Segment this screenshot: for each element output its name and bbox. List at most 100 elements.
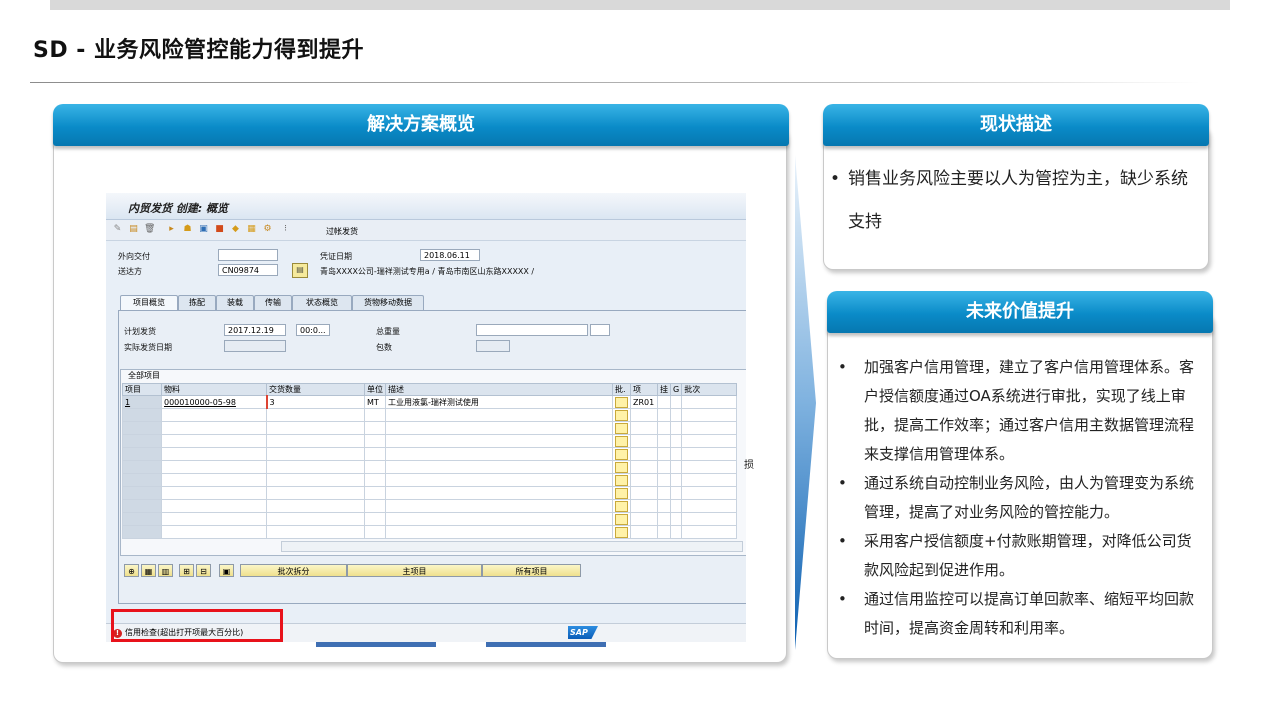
items-table: 项目 物料 交货数量 单位 描述 批. 项 挂 G 批次 1 000010000… (122, 383, 738, 539)
description-cell[interactable]: 工业用液氯-瑞祥测试使用 (385, 395, 613, 409)
change-icon[interactable]: ✎ (112, 224, 123, 235)
col-item-cat[interactable]: 项 (630, 383, 658, 396)
col-material[interactable]: 物料 (161, 383, 267, 396)
batch-flag-box[interactable] (615, 461, 628, 473)
header-icon[interactable]: ▸ (166, 224, 177, 235)
address-icon[interactable]: ▤ (292, 263, 308, 278)
packages-field[interactable] (476, 340, 510, 352)
batch-flag-box[interactable] (615, 435, 628, 447)
batch-flag-box[interactable] (615, 409, 628, 421)
item-cat-cell[interactable]: ZR01 (630, 395, 658, 409)
list-item: • 采用客户授信额度+付款账期管理，对降低公司货款风险起到促进作用。 (838, 527, 1204, 585)
delete-icon[interactable]: 🗑 (144, 224, 155, 235)
weight-unit-field[interactable] (590, 324, 610, 336)
batch-flag-box[interactable] (615, 487, 628, 499)
ship-to-field[interactable]: CN09874 (218, 264, 278, 276)
bullet-icon: • (838, 532, 847, 550)
settings-icon[interactable]: ⚙ (262, 224, 273, 235)
ship-to-label: 送达方 (118, 267, 142, 276)
top-bar (50, 0, 1230, 10)
sap-screenshot: 内贸发货 创建: 概览 ✎ ▤ 🗑 ▸ ☗ ▣ ■ ◆ ▦ ⚙ ⁝ 过帐发货 外… (106, 193, 746, 642)
col-description[interactable]: 描述 (385, 383, 613, 396)
unit-cell[interactable]: MT (364, 395, 386, 409)
delete-row-button[interactable]: ⊟ (196, 564, 211, 577)
select-all-button[interactable]: ▦ (141, 564, 156, 577)
batch-flag-box[interactable] (615, 448, 628, 460)
batch-flag-box[interactable] (615, 422, 628, 434)
overview-icon[interactable]: ■ (214, 224, 225, 235)
batch-flag-box[interactable] (615, 396, 628, 408)
list-item: • 通过信用监控可以提高订单回款率、缩短平均回款时间，提高资金周转和利用率。 (838, 585, 1204, 643)
display-icon[interactable]: ▤ (128, 224, 139, 235)
insert-row-button[interactable]: ⊞ (179, 564, 194, 577)
table-row[interactable] (122, 499, 738, 513)
future-header: 未来价值提升 (827, 291, 1213, 333)
tab-status-overview[interactable]: 状态概览 (292, 295, 352, 310)
col-batch[interactable]: 批次 (681, 383, 738, 396)
item-number[interactable]: 1 (125, 398, 130, 407)
main-item-button[interactable]: 主项目 (347, 564, 482, 577)
shipment-icon[interactable]: ▦ (246, 224, 257, 235)
transport-icon[interactable]: ▣ (198, 224, 209, 235)
batch-flag-box[interactable] (615, 500, 628, 512)
tab-loading[interactable]: 装载 (216, 295, 254, 310)
tab-transport[interactable]: 传输 (254, 295, 292, 310)
col-hl[interactable]: 挂 (657, 383, 671, 396)
doc-date-field[interactable]: 2018.06.11 (420, 249, 480, 261)
page-title: SD - 业务风险管控能力得到提升 (33, 38, 365, 63)
table-row[interactable] (122, 408, 738, 422)
highlight-box (111, 609, 283, 642)
planned-gi-label: 计划发货 (124, 327, 156, 336)
status-header: 现状描述 (823, 104, 1209, 146)
batch-split-button[interactable]: 批次拆分 (240, 564, 347, 577)
batch-flag-box[interactable] (615, 474, 628, 486)
col-batch-flag[interactable]: 批. (612, 383, 631, 396)
actual-gi-label: 实际发货日期 (124, 343, 172, 352)
bullet-icon: • (838, 474, 847, 492)
material-number[interactable]: 000010000-05-98 (164, 398, 236, 407)
col-g[interactable]: G (669, 383, 683, 396)
batch-icon-button[interactable]: ▣ (219, 564, 234, 577)
doc-date-label: 凭证日期 (320, 252, 352, 261)
tab-picking[interactable]: 拣配 (178, 295, 216, 310)
planned-gi-date-field[interactable]: 2017.12.19 (224, 324, 286, 336)
packages-label: 包数 (376, 343, 392, 352)
table-row[interactable] (122, 447, 738, 461)
actual-gi-field[interactable] (224, 340, 286, 352)
total-weight-label: 总重量 (376, 327, 400, 336)
table-row[interactable] (122, 460, 738, 474)
table-row[interactable] (122, 421, 738, 435)
external-delivery-label: 外向交付 (118, 252, 150, 261)
col-unit[interactable]: 单位 (364, 383, 386, 396)
table-row[interactable]: 1 000010000-05-98 3 MT 工业用液氯-瑞祥测试使用 ZR01 (122, 395, 738, 409)
batch-flag-box[interactable] (615, 526, 628, 538)
bullet-icon: • (838, 358, 847, 376)
batch-flag-box[interactable] (615, 513, 628, 525)
post-gi-button[interactable]: 过帐发货 (326, 226, 358, 237)
col-qty[interactable]: 交货数量 (266, 383, 365, 396)
grid-scrollbar[interactable] (281, 541, 743, 552)
table-row[interactable] (122, 525, 738, 539)
planned-gi-time-field[interactable]: 00:0... (296, 324, 330, 336)
stray-glyph: 损 (744, 460, 754, 471)
details-button[interactable]: ⊕ (124, 564, 139, 577)
tab-goods-movement[interactable]: 货物移动数据 (352, 295, 424, 310)
table-row[interactable] (122, 473, 738, 487)
deselect-button[interactable]: ▥ (158, 564, 173, 577)
grid-icon[interactable]: ⁝ (280, 224, 291, 235)
sap-titlebar: 内贸发货 创建: 概览 (106, 193, 746, 220)
col-item[interactable]: 项目 (122, 383, 162, 396)
table-row[interactable] (122, 486, 738, 500)
partner-icon[interactable]: ☗ (182, 224, 193, 235)
qty-cell[interactable]: 3 (265, 395, 365, 409)
solution-header: 解决方案概览 (53, 104, 789, 146)
all-items-button[interactable]: 所有项目 (482, 564, 581, 577)
table-row[interactable] (122, 512, 738, 526)
tab-item-overview[interactable]: 项目概览 (120, 295, 178, 311)
external-delivery-field[interactable] (218, 249, 278, 261)
blue-strip (316, 642, 436, 647)
table-row[interactable] (122, 434, 738, 448)
picking-icon[interactable]: ◆ (230, 224, 241, 235)
total-weight-field[interactable] (476, 324, 588, 336)
list-item: • 加强客户信用管理，建立了客户信用管理体系。客户授信额度通过OA系统进行审批，实… (838, 353, 1204, 469)
